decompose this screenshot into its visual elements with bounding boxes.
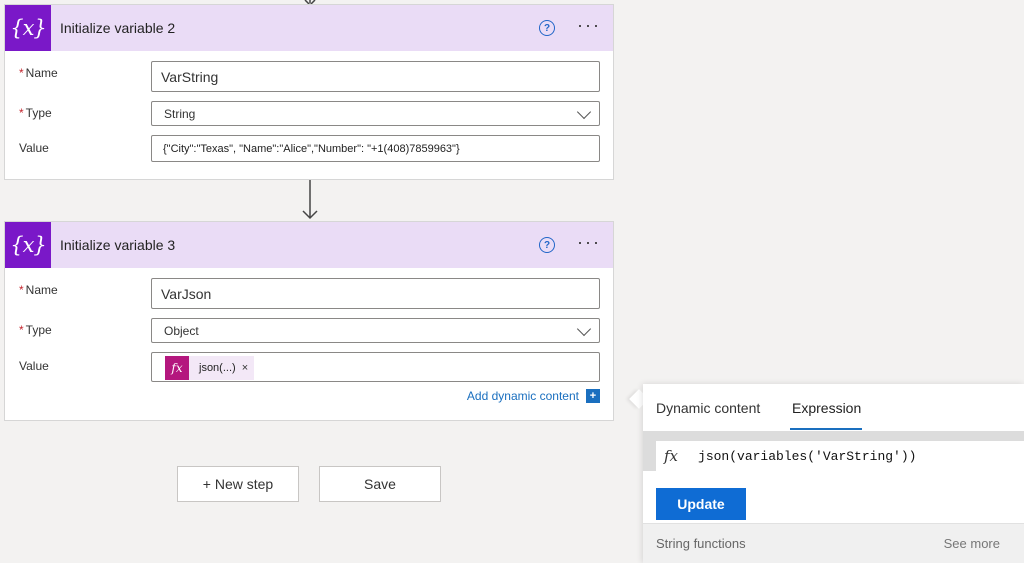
new-step-button[interactable]: + New step [177, 466, 299, 502]
help-icon[interactable]: ? [539, 20, 555, 36]
value-input[interactable]: {"City":"Texas", "Name":"Alice","Number"… [151, 135, 600, 162]
fx-icon: fx [664, 447, 679, 465]
card-title: Initialize variable 3 [60, 237, 176, 253]
expression-text: json(variables('VarString')) [698, 448, 917, 464]
value-label: Value [19, 359, 49, 373]
initialize-variable-2-card: {x} Initialize variable 2 ? ··· * Name Va… [4, 4, 614, 180]
panel-footer: String functions See more [643, 523, 1024, 563]
name-label: * Name [19, 66, 58, 80]
fx-icon: fx [165, 356, 189, 380]
token-label: json(...) [199, 362, 236, 374]
initialize-variable-3-card: {x} Initialize variable 3 ? ··· * Name Va… [4, 221, 614, 421]
card-title: Initialize variable 2 [60, 20, 176, 36]
more-options-icon[interactable]: ··· [577, 16, 601, 34]
type-value: String [164, 106, 196, 121]
update-button[interactable]: Update [656, 488, 746, 520]
value-label: Value [19, 141, 49, 155]
variable-icon: {x} [5, 222, 51, 268]
tab-dynamic-content[interactable]: Dynamic content [656, 400, 760, 416]
type-label: * Type [19, 106, 52, 120]
add-dynamic-content-icon[interactable]: + [586, 389, 600, 403]
type-label: * Type [19, 323, 52, 337]
save-button[interactable]: Save [319, 466, 441, 502]
value-input[interactable]: fx json(...) × [151, 352, 600, 382]
add-dynamic-content-link[interactable]: Add dynamic content [467, 389, 579, 403]
see-more-link[interactable]: See more [944, 536, 1000, 551]
expression-input[interactable]: fx json(variables('VarString')) [656, 441, 1024, 471]
expression-token[interactable]: fx json(...) × [165, 356, 255, 380]
card-header[interactable]: {x} Initialize variable 2 ? ··· [5, 5, 613, 51]
name-label: * Name [19, 283, 58, 297]
name-input[interactable]: VarJson [151, 278, 600, 309]
string-functions-label: String functions [656, 536, 746, 551]
name-input[interactable]: VarString [151, 61, 600, 92]
variable-icon: {x} [5, 5, 51, 51]
tab-expression[interactable]: Expression [792, 400, 861, 416]
dynamic-content-panel: Dynamic content Expression fx json(varia… [643, 384, 1024, 563]
remove-token-icon[interactable]: × [242, 362, 248, 374]
type-value: Object [164, 323, 199, 338]
expression-editor: fx json(variables('VarString')) [643, 431, 1024, 471]
chevron-down-icon [576, 321, 592, 337]
type-select[interactable]: String [151, 101, 600, 126]
type-select[interactable]: Object [151, 318, 600, 343]
more-options-icon[interactable]: ··· [577, 233, 601, 251]
help-icon[interactable]: ? [539, 237, 555, 253]
connector-arrow [302, 180, 318, 220]
chevron-down-icon [576, 104, 592, 120]
card-header[interactable]: {x} Initialize variable 3 ? ··· [5, 222, 613, 268]
active-tab-indicator [790, 428, 862, 430]
